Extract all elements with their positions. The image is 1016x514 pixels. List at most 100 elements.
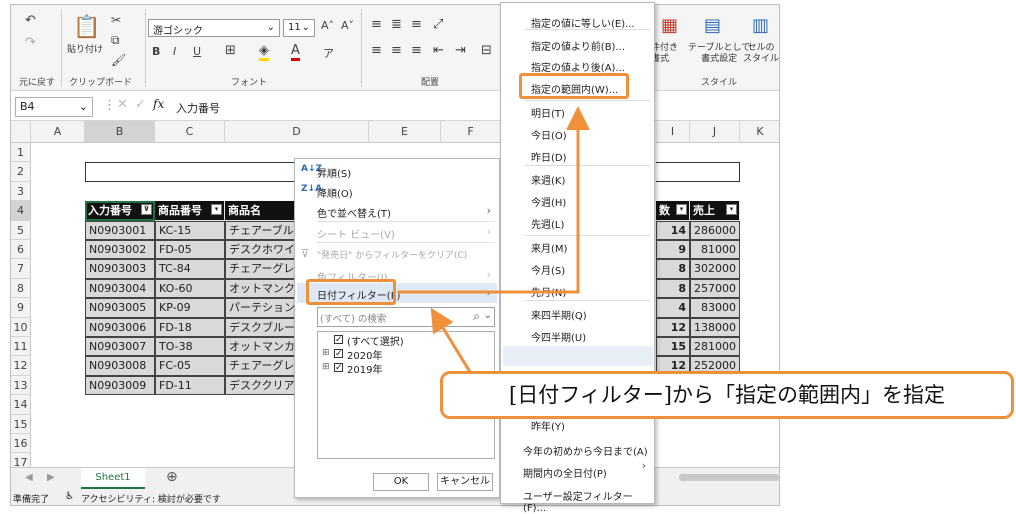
align-right-icon[interactable]: ≡	[411, 43, 422, 58]
table-cell[interactable]: チェアーブル	[225, 220, 297, 240]
row-header[interactable]: 2	[11, 162, 31, 182]
table-cell[interactable]: N0903009	[85, 375, 155, 396]
date-filter-option[interactable]: 来四半期(Q)	[531, 307, 587, 322]
sort-ascending[interactable]: 昇順(S)	[317, 165, 351, 180]
sheet-tab[interactable]: Sheet1	[81, 468, 145, 489]
table-cell[interactable]: FD-05	[155, 240, 225, 260]
table-cell[interactable]: TO-38	[155, 337, 225, 357]
table-cell[interactable]: 9	[656, 240, 690, 260]
date-filter-option[interactable]: 指定の値より前(B)...	[531, 38, 625, 53]
table-cell[interactable]: N0903008	[85, 356, 155, 376]
table-cell[interactable]: FD-11	[155, 375, 225, 396]
expand-icon[interactable]: ⊞	[322, 362, 330, 372]
row-header[interactable]: 14	[11, 395, 31, 415]
row-header[interactable]: 16	[11, 434, 31, 454]
fill-color-icon[interactable]: ◈	[259, 43, 269, 61]
row-header[interactable]: 7	[11, 259, 31, 279]
table-cell[interactable]: 286000	[690, 220, 740, 240]
column-header[interactable]: K	[740, 121, 779, 143]
horizontal-scrollbar[interactable]	[679, 474, 779, 481]
date-filter-option[interactable]: 明日(T)	[531, 105, 565, 120]
column-header[interactable]: C	[155, 121, 225, 143]
column-header[interactable]: A	[31, 121, 85, 143]
table-cell[interactable]: N0903005	[85, 298, 155, 318]
row-header[interactable]: 4	[11, 201, 31, 221]
table-cell[interactable]: 83000	[690, 298, 740, 318]
undo-icon[interactable]: ↶	[25, 13, 36, 28]
table-cell[interactable]: N0903001	[85, 220, 155, 240]
checkbox[interactable]: ✓	[334, 349, 343, 359]
date-filter-option[interactable]: 今月(S)	[531, 262, 565, 277]
column-header[interactable]: B	[85, 121, 155, 143]
table-cell[interactable]: チェアーグレ	[225, 259, 297, 279]
table-cell[interactable]: KC-15	[155, 220, 225, 240]
orientation-icon[interactable]: ⤢	[433, 17, 443, 32]
format-painter-icon[interactable]: 🖌	[111, 53, 126, 67]
align-left-icon[interactable]: ≡	[371, 43, 382, 58]
row-header[interactable]: 10	[11, 317, 31, 337]
table-cell[interactable]: 257000	[690, 278, 740, 299]
align-center-icon[interactable]: ≡	[391, 43, 402, 58]
font-color-icon[interactable]: A	[291, 43, 300, 61]
align-middle-icon[interactable]: ≣	[391, 17, 402, 32]
table-format-button[interactable]: テーブルとして 書式設定	[688, 43, 750, 65]
table-cell[interactable]: 4	[656, 298, 690, 318]
table-cell[interactable]: デスククリア	[225, 375, 297, 396]
tree-item-select-all[interactable]: (すべて選択)	[347, 333, 404, 348]
date-filter-option[interactable]: 今年の初めから今日まで(A)	[523, 443, 648, 458]
table-cell[interactable]: 138000	[690, 317, 740, 337]
tree-item-2019[interactable]: 2019年	[347, 361, 382, 376]
table-cell[interactable]: オットマンク	[225, 278, 297, 299]
bold-icon[interactable]: B	[152, 45, 160, 58]
row-header[interactable]: 3	[11, 181, 31, 202]
conditional-format-button[interactable]: 件付き 書式	[651, 43, 678, 65]
expand-icon[interactable]: ⊞	[322, 348, 330, 358]
date-filter-option[interactable]: 先月(N)	[531, 284, 566, 299]
filter-dropdown-icon[interactable]: ▾	[676, 204, 687, 216]
table-format-icon[interactable]: ▤	[704, 15, 721, 36]
indent-icon[interactable]: ⇤	[433, 43, 444, 58]
ok-button[interactable]: OK	[373, 473, 429, 491]
table-cell[interactable]: 8	[656, 278, 690, 299]
table-cell[interactable]: オットマンカ	[225, 337, 297, 357]
font-shrink-icon[interactable]: A˅	[341, 19, 354, 32]
filter-dropdown-icon[interactable]: ▾	[211, 204, 222, 216]
select-all-corner[interactable]	[11, 121, 31, 143]
row-header[interactable]: 6	[11, 240, 31, 260]
date-filter-option[interactable]: ユーザー設定フィルター(F)...	[523, 488, 654, 514]
sort-by-color[interactable]: 色で並べ替え(T)	[317, 205, 391, 220]
add-sheet-icon[interactable]: ⊕	[166, 469, 178, 485]
column-header[interactable]: D	[225, 121, 369, 143]
date-filter-option[interactable]: 期間内の全日付(P)	[523, 465, 607, 480]
table-cell[interactable]: 81000	[690, 240, 740, 260]
row-header[interactable]: 12	[11, 356, 31, 376]
date-filter-option[interactable]: 先週(L)	[531, 216, 564, 231]
date-filter-option[interactable]: 指定の値より後(A)...	[531, 59, 625, 74]
cut-icon[interactable]: ✂	[111, 13, 121, 27]
table-cell[interactable]: N0903004	[85, 278, 155, 299]
date-filter-option[interactable]: 今日(O)	[531, 127, 567, 142]
title-cell[interactable]	[85, 162, 295, 182]
row-header[interactable]: 13	[11, 375, 31, 396]
italic-icon[interactable]: I	[173, 45, 176, 58]
column-header[interactable]: E	[369, 121, 441, 143]
date-filter-option[interactable]: 昨日(D)	[531, 149, 567, 164]
formula-input[interactable]: 入力番号	[176, 100, 220, 116]
name-box[interactable]: B4 ⌄	[15, 97, 93, 117]
date-filter-option[interactable]: 来月(M)	[531, 240, 567, 255]
header-cell[interactable]: 数 ▾	[656, 201, 690, 221]
copy-icon[interactable]: ⧉	[111, 33, 120, 48]
table-cell[interactable]: N0903006	[85, 317, 155, 337]
align-bottom-icon[interactable]: ≡	[411, 17, 422, 32]
tree-item-2020[interactable]: 2020年	[347, 347, 382, 362]
header-cell[interactable]: 入力番号 ⊽	[85, 201, 155, 221]
table-cell[interactable]: 15	[656, 337, 690, 357]
paste-button[interactable]: 貼り付け	[67, 45, 103, 56]
checkbox[interactable]: ✓	[334, 335, 343, 345]
table-cell[interactable]: FD-18	[155, 317, 225, 337]
table-cell[interactable]: N0903007	[85, 337, 155, 357]
underline-icon[interactable]: U	[193, 45, 201, 58]
font-name-select[interactable]: 游ゴシック ⌄	[148, 19, 280, 37]
date-filter-option[interactable]: 昨年(Y)	[531, 418, 565, 433]
header-cell[interactable]: 商品名	[225, 201, 297, 221]
